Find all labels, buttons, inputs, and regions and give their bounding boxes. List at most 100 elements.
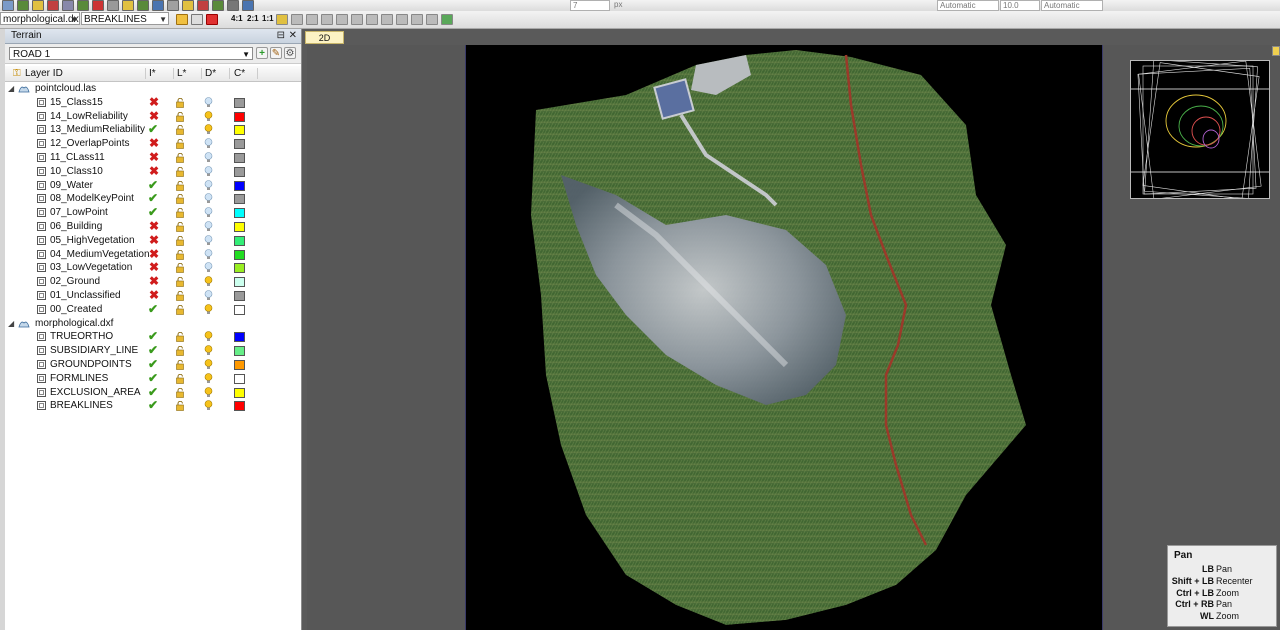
layer-color-swatch[interactable]: [234, 346, 245, 357]
size-field[interactable]: 10.0: [1000, 0, 1040, 11]
bulb-on-icon[interactable]: [204, 303, 213, 315]
color-combo-2[interactable]: Automatic: [1041, 0, 1103, 11]
bulb-on-icon[interactable]: [204, 345, 213, 356]
unlock-icon[interactable]: [176, 166, 185, 177]
bulb-off-icon[interactable]: [204, 262, 213, 273]
cross-icon[interactable]: ✖: [149, 150, 159, 164]
toolbar-tool-icon[interactable]: [152, 0, 164, 11]
view-tool-icon[interactable]: [411, 14, 423, 25]
checkmark-icon[interactable]: ✔: [148, 206, 158, 219]
unlock-icon[interactable]: [176, 111, 185, 122]
cross-icon[interactable]: ✖: [149, 137, 159, 150]
expand-icon[interactable]: ◢: [8, 317, 14, 331]
cross-icon[interactable]: ✖: [149, 247, 159, 261]
col-l[interactable]: L*: [177, 66, 186, 81]
cross-icon[interactable]: ✖: [149, 233, 159, 247]
layer-row[interactable]: 15_Class15 ✖: [5, 95, 301, 110]
unlock-icon[interactable]: [176, 194, 185, 205]
toolbar-tool-icon[interactable]: [107, 0, 119, 11]
layer-color-swatch[interactable]: [234, 249, 245, 260]
bulb-off-icon[interactable]: [204, 234, 213, 246]
layer-color-swatch[interactable]: [234, 139, 245, 150]
toolbar-tool-icon[interactable]: [92, 0, 104, 11]
bulb-off-icon[interactable]: [204, 179, 213, 191]
checkmark-icon[interactable]: ✔: [148, 399, 158, 412]
view-tool-icon[interactable]: [366, 14, 378, 25]
unlock-icon[interactable]: [176, 180, 185, 191]
bulb-off-icon[interactable]: [204, 96, 213, 108]
layer-color-swatch[interactable]: [234, 208, 245, 219]
layer-color-swatch[interactable]: [234, 290, 245, 301]
bulb-on-icon[interactable]: [204, 386, 213, 398]
cross-icon[interactable]: ✖: [149, 95, 159, 109]
layer-row[interactable]: 14_LowReliability ✖: [5, 109, 301, 124]
layer-row[interactable]: SUBSIDIARY_LINE ✔: [5, 344, 301, 358]
pan-hand-icon[interactable]: [176, 14, 188, 25]
cross-icon[interactable]: ✖: [149, 219, 159, 233]
layer-color-swatch[interactable]: [234, 97, 245, 108]
unlock-icon[interactable]: [176, 304, 185, 315]
checkmark-icon[interactable]: ✔: [148, 178, 158, 192]
layer-row[interactable]: 05_HighVegetation ✖: [5, 233, 301, 248]
layer-color-swatch[interactable]: [234, 359, 245, 370]
layer-group-row[interactable]: ◢ morphological.dxf: [5, 317, 301, 331]
view-tool-icon[interactable]: [396, 14, 408, 25]
unlock-icon[interactable]: [176, 332, 185, 343]
view-tool-icon[interactable]: [306, 14, 318, 25]
bulb-off-icon[interactable]: [204, 152, 213, 163]
bulb-off-icon[interactable]: [204, 248, 213, 260]
zoom-2-1-button[interactable]: 2:1: [247, 14, 259, 23]
layer-color-swatch[interactable]: [234, 125, 245, 136]
col-i[interactable]: I*: [149, 66, 156, 81]
unlock-icon[interactable]: [176, 97, 185, 108]
bulb-on-icon[interactable]: [204, 331, 213, 342]
cross-icon[interactable]: ✖: [149, 288, 159, 302]
checkmark-icon[interactable]: ✔: [148, 330, 158, 343]
view-tool-icon[interactable]: [291, 14, 303, 25]
view-tool-icon[interactable]: [381, 14, 393, 25]
unlock-icon[interactable]: [176, 208, 185, 218]
layer-color-swatch[interactable]: [234, 401, 245, 412]
layer-color-swatch[interactable]: [234, 221, 245, 232]
layer-color-swatch[interactable]: [234, 373, 245, 384]
road-select[interactable]: ROAD 1 ▼: [9, 47, 253, 60]
layer-row[interactable]: 12_OverlapPoints ✖: [5, 137, 301, 151]
checkmark-icon[interactable]: ✔: [148, 385, 158, 399]
view-tool-icon[interactable]: [426, 14, 438, 25]
view-tool-icon[interactable]: [276, 14, 288, 25]
view-tool-icon[interactable]: [336, 14, 348, 25]
layer-row[interactable]: 10_Class10 ✖: [5, 164, 301, 179]
checkmark-icon[interactable]: ✔: [148, 123, 158, 136]
unlock-icon[interactable]: [176, 290, 185, 301]
unlock-icon[interactable]: [176, 277, 185, 287]
toolbar-tool-icon[interactable]: [167, 0, 179, 11]
checkmark-icon[interactable]: ✔: [148, 192, 158, 205]
bulb-off-icon[interactable]: [204, 138, 213, 149]
layer-row[interactable]: 00_Created ✔: [5, 302, 301, 317]
unlock-icon[interactable]: [176, 263, 185, 274]
color-combo-1[interactable]: Automatic: [937, 0, 999, 11]
toolbar-tool-icon[interactable]: [32, 0, 44, 11]
layer-row[interactable]: 11_CLass11 ✖: [5, 150, 301, 165]
toolbar-tool-icon[interactable]: [77, 0, 89, 11]
bulb-off-icon[interactable]: [204, 290, 213, 301]
layer-color-swatch[interactable]: [234, 111, 245, 122]
layer-color-swatch[interactable]: [234, 332, 245, 343]
bulb-on-icon[interactable]: [204, 276, 213, 287]
layer-color-swatch[interactable]: [234, 166, 245, 177]
toolbar-tool-icon[interactable]: [182, 0, 194, 11]
bulb-on-icon[interactable]: [204, 359, 213, 370]
layer-color-swatch[interactable]: [234, 387, 245, 398]
close-icon[interactable]: ✕: [289, 29, 297, 43]
layer-row[interactable]: 02_Ground ✖: [5, 275, 301, 289]
bulb-on-icon[interactable]: [204, 124, 213, 135]
cross-icon[interactable]: ✖: [149, 164, 159, 178]
toolbar-tool-icon[interactable]: [227, 0, 239, 11]
layer-row[interactable]: 04_MediumVegetation ✖: [5, 247, 301, 262]
layer-row[interactable]: 06_Building ✖: [5, 219, 301, 234]
unlock-icon[interactable]: [176, 139, 185, 149]
toolbar-tool-icon[interactable]: [122, 0, 134, 11]
col-d[interactable]: D*: [205, 66, 216, 81]
layer-color-swatch[interactable]: [234, 235, 245, 246]
add-road-button[interactable]: +: [256, 47, 268, 59]
